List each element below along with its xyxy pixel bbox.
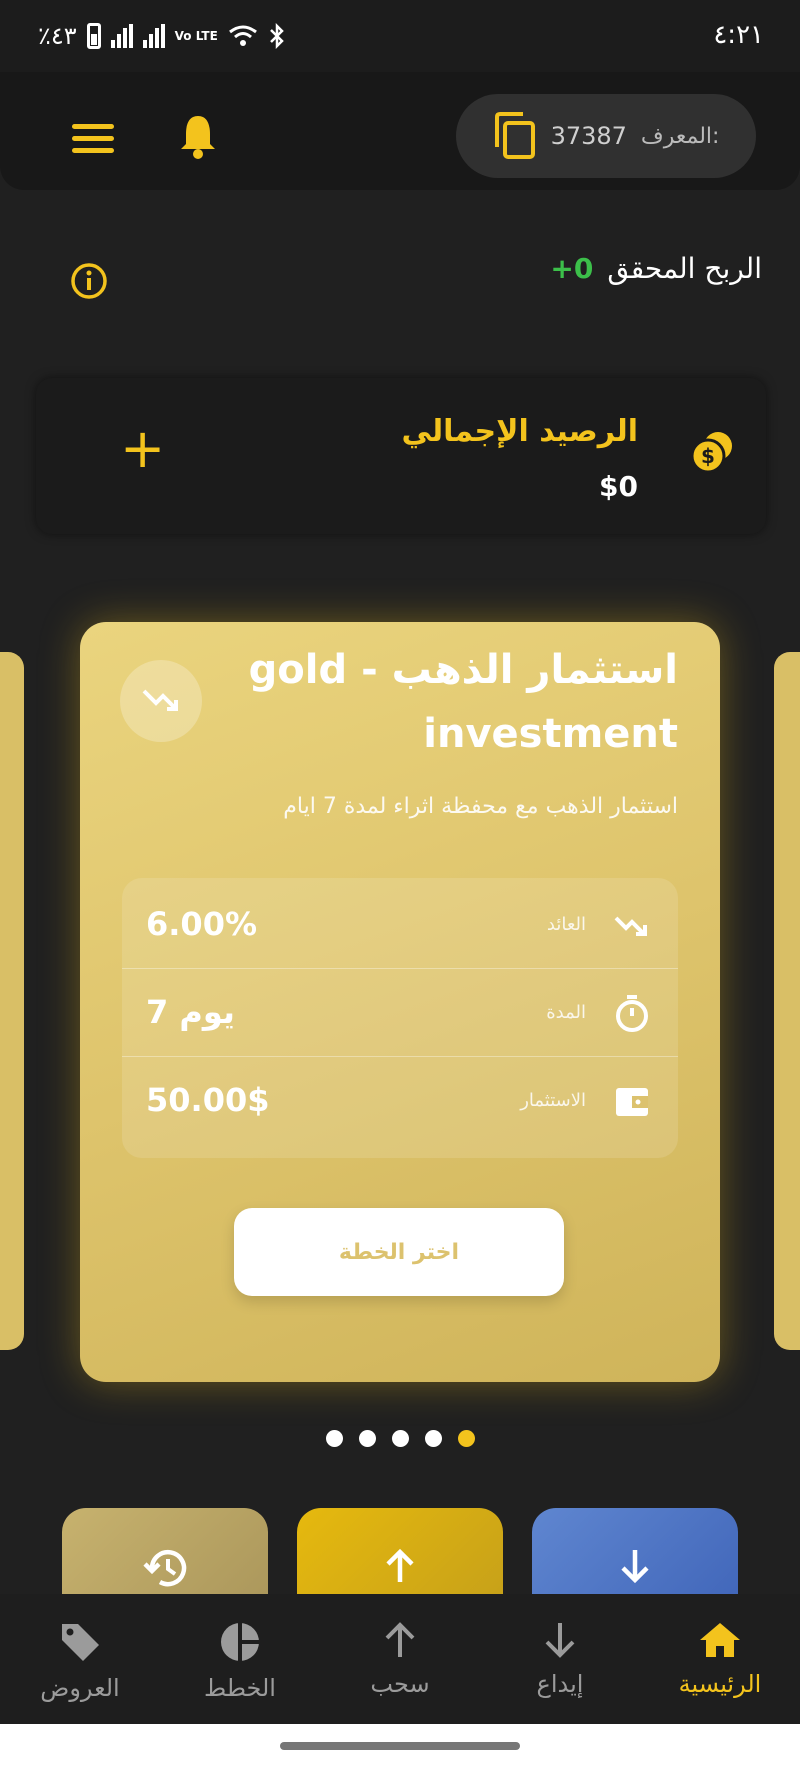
carousel-dot-active[interactable] <box>457 1430 475 1447</box>
info-icon[interactable] <box>70 262 108 300</box>
timer-icon <box>616 995 648 1032</box>
return-value: 6.00% <box>146 905 258 943</box>
system-nav-bar <box>0 1724 800 1778</box>
profit-label: الربح المحقق <box>607 252 762 285</box>
stat-row-return: 6.00% العائد <box>122 880 678 969</box>
signal-icon <box>110 24 133 48</box>
volte-icon: Vo LTE <box>174 29 218 43</box>
referrer-code: 37387 <box>550 122 627 150</box>
arrow-down-icon <box>545 1623 575 1658</box>
battery-icon <box>86 23 101 49</box>
app-header: 37387 المعرف: <box>0 72 800 190</box>
svg-text:$: $ <box>701 444 715 468</box>
arrow-down-icon <box>621 1550 649 1584</box>
previous-plan-card[interactable] <box>0 652 24 1350</box>
return-label: العائد <box>546 913 586 935</box>
plan-title: استثمار الذهب - gold investment <box>248 647 678 757</box>
trend-badge <box>120 660 202 742</box>
plan-description: استثمار الذهب مع محفظة اثراء لمدة 7 ايام <box>283 794 678 819</box>
home-indicator[interactable] <box>280 1742 520 1750</box>
stat-row-duration: 7 يوم المدة <box>122 968 678 1057</box>
add-balance-icon[interactable]: + <box>120 422 165 476</box>
clock: ٤:٢١ <box>713 20 764 50</box>
plan-card: استثمار الذهب - gold investment استثمار … <box>80 622 720 1382</box>
history-icon <box>143 1549 187 1587</box>
battery-percent: ٪٤٣ <box>38 22 77 50</box>
nav-home[interactable]: الرئيسية <box>640 1594 800 1724</box>
tag-icon <box>62 1624 99 1661</box>
nav-withdraw[interactable]: سحب <box>320 1594 480 1724</box>
wifi-icon <box>228 25 257 46</box>
nav-withdraw-label: سحب <box>370 1670 430 1698</box>
wallet-icon <box>616 1088 648 1116</box>
stat-row-investment: 50.00$ الاستثمار <box>122 1056 678 1144</box>
nav-plans-label: الخطط <box>204 1674 276 1702</box>
trend-icon <box>614 916 647 936</box>
status-bar: ٪٤٣ Vo LTE ٤:٢١ <box>0 0 800 72</box>
balance-amount: $0 <box>599 470 638 503</box>
balance-title: الرصيد الإجمالي <box>401 414 638 449</box>
nav-home-label: الرئيسية <box>678 1670 762 1698</box>
carousel-dot[interactable] <box>424 1430 442 1447</box>
balance-card: الرصيد الإجمالي $0 $ + <box>36 378 766 534</box>
nav-offers[interactable]: العروض <box>0 1594 160 1724</box>
nav-deposit[interactable]: إيداع <box>480 1594 640 1724</box>
duration-value: 7 يوم <box>146 993 235 1031</box>
referrer-code-pill[interactable]: 37387 المعرف: <box>456 94 756 178</box>
carousel-dot[interactable] <box>391 1430 409 1447</box>
signal-icon-2 <box>142 24 165 48</box>
nav-offers-label: العروض <box>40 1674 120 1702</box>
investment-label: الاستثمار <box>520 1089 586 1111</box>
plan-stats: 6.00% العائد 7 يوم المدة 50.00$ الاستثما… <box>122 878 678 1158</box>
bell-icon[interactable] <box>178 112 218 160</box>
carousel-dot[interactable] <box>325 1430 343 1447</box>
choose-plan-button[interactable]: اختر الخطة <box>234 1208 564 1296</box>
nav-deposit-label: إيداع <box>536 1670 584 1698</box>
referrer-label: المعرف: <box>640 123 720 149</box>
pie-chart-icon <box>221 1623 259 1661</box>
nav-plans[interactable]: الخطط <box>160 1594 320 1724</box>
arrow-up-icon <box>385 1622 415 1657</box>
bottom-navigation: الرئيسية إيداع سحب الخطط العروض <box>0 1594 800 1724</box>
carousel-indicator <box>0 1430 800 1447</box>
menu-icon[interactable] <box>72 124 114 160</box>
coins-icon: $ <box>690 432 732 474</box>
duration-label: المدة <box>546 1001 586 1023</box>
next-plan-card[interactable] <box>774 652 800 1350</box>
trending-down-icon <box>142 689 178 711</box>
copy-icon[interactable] <box>493 111 537 161</box>
carousel-dot[interactable] <box>358 1430 376 1447</box>
realized-profit: الربح المحقق 0+ <box>550 252 762 285</box>
investment-value: 50.00$ <box>146 1081 270 1119</box>
profit-value: 0+ <box>550 252 594 285</box>
arrow-up-icon <box>386 1548 414 1582</box>
home-icon <box>700 1623 740 1657</box>
bluetooth-icon <box>269 23 284 49</box>
status-icons: ٪٤٣ Vo LTE <box>38 22 286 50</box>
